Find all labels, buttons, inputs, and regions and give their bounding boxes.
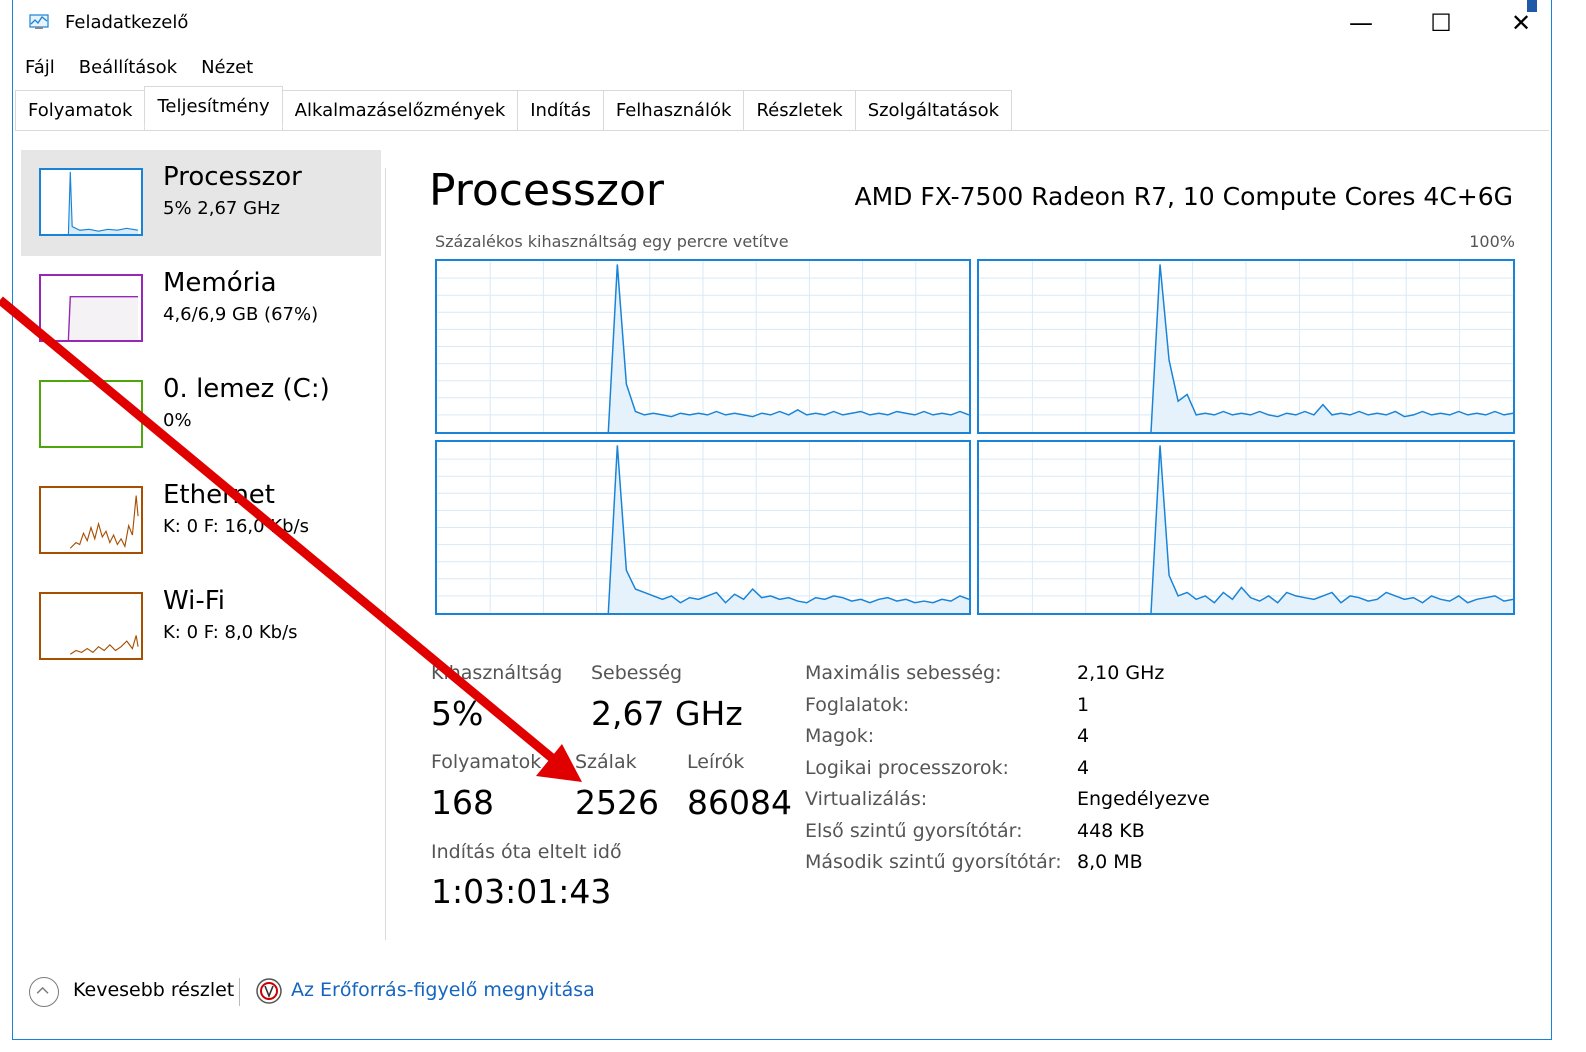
tab-performance[interactable]: Teljesítmény (144, 86, 283, 127)
open-resource-monitor-link[interactable]: Az Erőforrás-figyelő megnyitása (291, 979, 595, 1001)
sidebar-item-value: K: 0 F: 16,0 Kb/s (163, 516, 309, 537)
sidebar-item-ethernet[interactable]: Ethernet K: 0 F: 16,0 Kb/s (21, 468, 381, 574)
wifi-thumbnail-graph (39, 592, 143, 660)
spec-value-l1-cache: 448 KB (1077, 820, 1145, 842)
tab-app-history[interactable]: Alkalmazáselőzmények (281, 90, 519, 130)
speed-label: Sebesség (591, 662, 683, 684)
menu-settings[interactable]: Beállítások (67, 54, 189, 82)
graph-max-label: 100% (1469, 232, 1515, 251)
tab-processes[interactable]: Folyamatok (15, 90, 146, 130)
handles-value: 86084 (687, 783, 792, 822)
utilization-value: 5% (431, 694, 484, 733)
graph-trace (1150, 264, 1513, 432)
footer-bar: Kevesebb részlet Az Erőforrás-figyelő me… (13, 960, 1551, 1020)
core-graph-2 (977, 259, 1515, 434)
graph-area (608, 445, 969, 613)
spec-value-cores: 4 (1077, 725, 1090, 747)
sidebar-item-label: 0. lemez (C:) (163, 374, 330, 404)
tab-startup[interactable]: Indítás (517, 90, 604, 130)
graph-trace (1150, 445, 1513, 613)
tab-services[interactable]: Szolgáltatások (854, 90, 1013, 130)
uptime-value: 1:03:01:43 (431, 872, 612, 911)
performance-sidebar: Processzor 5% 2,67 GHz Memória 4,6/6,9 G… (21, 150, 381, 680)
sidebar-item-disk[interactable]: 0. lemez (C:) 0% (21, 362, 381, 468)
processes-value: 168 (431, 783, 494, 822)
spec-value-sockets: 1 (1077, 694, 1090, 716)
footer-divider (239, 978, 240, 1006)
graph-trace (607, 445, 969, 613)
fewer-details-button[interactable]: Kevesebb részlet (73, 979, 234, 1001)
spec-label-virtualization: Virtualizálás: (805, 788, 928, 810)
sidebar-item-value: 0% (163, 410, 192, 431)
threads-label: Szálak (575, 751, 637, 773)
handles-label: Leírók (687, 751, 745, 773)
sidebar-item-value: 4,6/6,9 GB (67%) (163, 304, 319, 325)
uptime-label: Indítás óta eltelt idő (431, 841, 622, 863)
spec-value-virtualization: Engedélyezve (1077, 788, 1210, 810)
speed-value: 2,67 GHz (591, 694, 743, 733)
spec-value-max-speed: 2,10 GHz (1077, 662, 1165, 684)
sidebar-item-label: Ethernet (163, 480, 275, 510)
spec-label-l2-cache: Második szintű gyorsítótár: (805, 851, 1062, 873)
memory-thumbnail-graph (39, 274, 143, 342)
sidebar-divider (385, 168, 386, 940)
maximize-icon: ☐ (1430, 9, 1452, 37)
graph-caption: Százalékos kihasználtság egy percre vetí… (435, 232, 789, 251)
spec-value-logical-processors: 4 (1077, 757, 1090, 779)
core-graph-1 (435, 259, 971, 434)
sidebar-item-cpu[interactable]: Processzor 5% 2,67 GHz (21, 150, 381, 256)
spec-label-max-speed: Maximális sebesség: (805, 662, 1002, 684)
menu-bar: Fájl Beállítások Nézet (13, 54, 265, 82)
sidebar-item-value: K: 0 F: 8,0 Kb/s (163, 622, 298, 643)
tab-bar: Folyamatok Teljesítmény Alkalmazáselőzmé… (15, 86, 1549, 131)
cpu-model-name: AMD FX-7500 Radeon R7, 10 Compute Cores … (854, 182, 1514, 211)
minimize-button[interactable]: — (1321, 0, 1401, 46)
task-manager-window: Feladatkezelő — ☐ ✕ Fájl Beállítások Néz… (12, 0, 1552, 1040)
title-bar[interactable]: Feladatkezelő — ☐ ✕ (13, 0, 1551, 46)
sidebar-item-label: Wi-Fi (163, 586, 226, 616)
maximize-button[interactable]: ☐ (1401, 0, 1481, 46)
close-icon: ✕ (1510, 9, 1532, 37)
ethernet-thumbnail-graph (39, 486, 143, 554)
task-manager-app-icon (29, 14, 49, 29)
core-graph-4 (977, 440, 1515, 615)
graph-area (608, 264, 969, 432)
sidebar-item-memory[interactable]: Memória 4,6/6,9 GB (67%) (21, 256, 381, 362)
spec-label-sockets: Foglalatok: (805, 694, 910, 716)
tab-users[interactable]: Felhasználók (602, 90, 745, 130)
spec-label-l1-cache: Első szintű gyorsítótár: (805, 820, 1023, 842)
minimize-icon: — (1349, 9, 1373, 37)
spec-label-cores: Magok: (805, 725, 875, 747)
core-graph-3 (435, 440, 971, 615)
window-title: Feladatkezelő (65, 12, 189, 33)
sidebar-item-value: 5% 2,67 GHz (163, 198, 281, 219)
graph-area (1151, 264, 1513, 432)
menu-view[interactable]: Nézet (189, 54, 265, 82)
close-button[interactable]: ✕ (1481, 0, 1561, 46)
utilization-label: Kihasználtság (431, 662, 563, 684)
sidebar-item-label: Memória (163, 268, 277, 298)
disk-thumbnail-graph (39, 380, 143, 448)
cpu-thumbnail-graph (39, 168, 143, 236)
resource-monitor-icon (256, 978, 282, 1004)
menu-file[interactable]: Fájl (13, 54, 67, 82)
spec-value-l2-cache: 8,0 MB (1077, 851, 1143, 873)
sidebar-item-label: Processzor (163, 162, 302, 192)
processes-label: Folyamatok (431, 751, 542, 773)
graph-trace (607, 264, 969, 432)
chevron-up-icon[interactable] (29, 977, 59, 1007)
graph-area (1151, 445, 1513, 613)
sidebar-item-wifi[interactable]: Wi-Fi K: 0 F: 8,0 Kb/s (21, 574, 381, 680)
page-title: Processzor (429, 165, 665, 216)
spec-label-logical-processors: Logikai processzorok: (805, 757, 1009, 779)
threads-value: 2526 (575, 783, 659, 822)
tab-details[interactable]: Részletek (743, 90, 856, 130)
